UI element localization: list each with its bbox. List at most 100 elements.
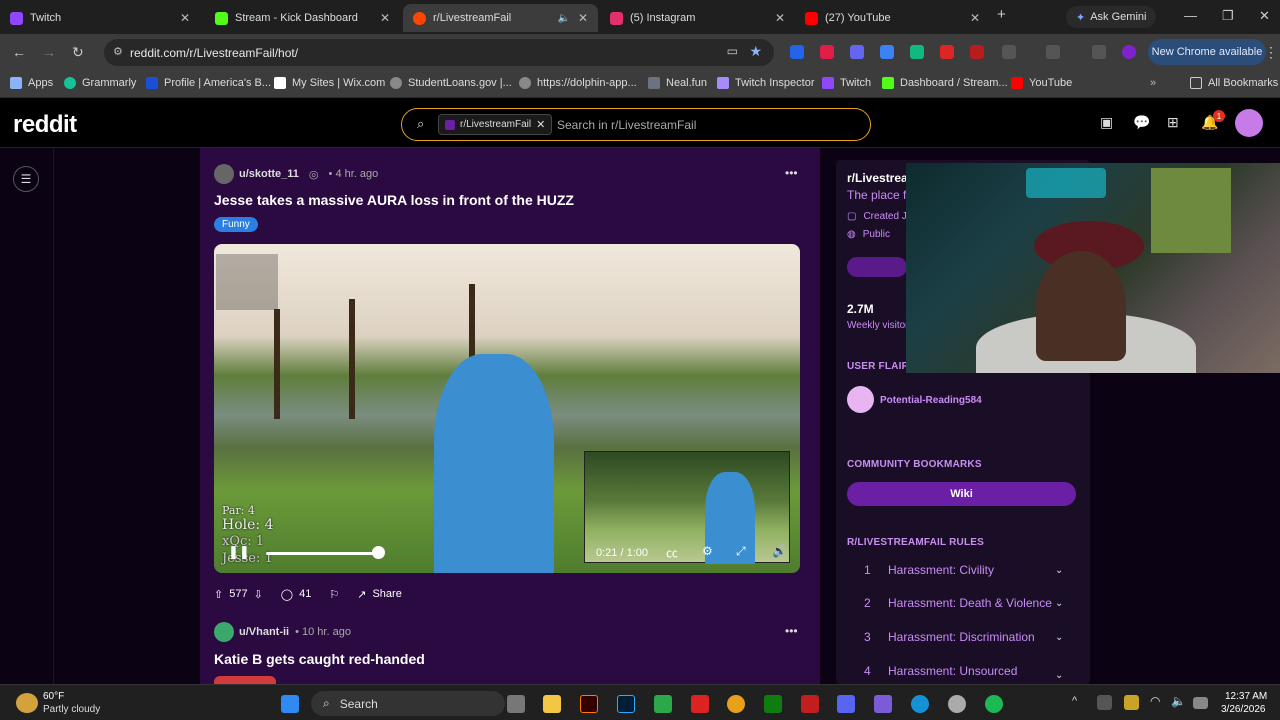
chevron-down-icon[interactable]: ⌄ xyxy=(1055,670,1063,681)
extensions-puzzle-icon[interactable] xyxy=(1002,45,1016,59)
post-options-icon[interactable]: ••• xyxy=(785,624,798,638)
close-icon[interactable]: ✕ xyxy=(380,11,390,25)
extension-icon[interactable] xyxy=(970,45,984,59)
wifi-icon[interactable]: ◠ xyxy=(1150,694,1160,708)
fullscreen-icon[interactable]: ⤢ xyxy=(736,544,746,559)
file-explorer-icon[interactable] xyxy=(543,695,561,713)
restore-button[interactable]: ❐ xyxy=(1222,8,1234,24)
bookmark-dolphin[interactable]: https://dolphin-app... xyxy=(519,77,637,89)
author-avatar[interactable] xyxy=(214,164,234,184)
minimize-button[interactable]: — xyxy=(1184,8,1197,23)
bookmark-twitch[interactable]: Twitch xyxy=(822,77,871,89)
captions-icon[interactable]: ㏄ xyxy=(666,544,678,561)
weather-temp[interactable]: 60°F xyxy=(43,691,64,702)
windows-start-icon[interactable] xyxy=(281,695,299,713)
bookmark-profile[interactable]: Profile | America's B... xyxy=(146,77,271,89)
bookmark-wix[interactable]: My Sites | Wix.com xyxy=(274,77,385,89)
rule-item[interactable]: 3 Harassment: Discrimination xyxy=(864,630,1035,644)
bookmark-nealfun[interactable]: Neal.fun xyxy=(648,77,707,89)
search-bar[interactable]: ⌕ r/LivestreamFail ✕ Search in r/Livestr… xyxy=(401,108,871,141)
side-panel-icon[interactable] xyxy=(1046,45,1060,59)
app-icon[interactable] xyxy=(654,695,672,713)
chevron-down-icon[interactable]: ⌄ xyxy=(1055,565,1063,576)
post-options-icon[interactable]: ••• xyxy=(785,166,798,180)
volume-icon[interactable]: 🔊 xyxy=(772,544,787,558)
ask-gemini-button[interactable]: ✦ Ask Gemini xyxy=(1066,6,1157,28)
award-button[interactable]: ⚐ xyxy=(329,588,339,601)
chrome-icon[interactable] xyxy=(727,695,745,713)
video-player[interactable]: Par: 4 Hole: 4 xQc: 1 Jesse: 1 ❚❚ 0:21 /… xyxy=(214,244,800,573)
audio-icon[interactable]: 🔈 xyxy=(558,13,570,24)
new-tab-button[interactable]: + xyxy=(997,6,1006,23)
app-icon[interactable] xyxy=(874,695,892,713)
join-button[interactable] xyxy=(847,257,907,277)
reading-list-icon[interactable] xyxy=(1092,45,1106,59)
close-window-button[interactable]: ✕ xyxy=(1259,8,1270,24)
author-avatar[interactable] xyxy=(214,622,234,642)
bookmark-youtube[interactable]: YouTube xyxy=(1011,77,1072,89)
tab-twitch[interactable]: Twitch ✕ xyxy=(0,4,200,32)
back-icon[interactable]: ← xyxy=(12,44,26,60)
close-icon[interactable]: ✕ xyxy=(578,11,588,25)
bookmark-studentloans[interactable]: StudentLoans.gov |... xyxy=(390,77,512,89)
reload-icon[interactable]: ↻ xyxy=(72,44,84,61)
close-icon[interactable]: ✕ xyxy=(970,11,980,25)
task-view-icon[interactable] xyxy=(507,695,525,713)
hamburger-menu-icon[interactable]: ☰ xyxy=(13,166,39,192)
address-bar[interactable]: ⚙ reddit.com/r/LivestreamFail/hot/ ▭ ★ xyxy=(104,39,774,66)
post-title[interactable]: Katie B gets caught red-handed xyxy=(214,651,425,667)
comments-button[interactable]: ◯ 41 xyxy=(281,588,312,601)
rule-item[interactable]: 2 Harassment: Death & Violence xyxy=(864,596,1052,610)
menu-kebab-icon[interactable]: ⋮ xyxy=(1264,44,1278,61)
chevron-down-icon[interactable]: ⌄ xyxy=(1055,632,1063,643)
extension-icon[interactable] xyxy=(940,45,954,59)
bookmark-grammarly[interactable]: Grammarly xyxy=(64,77,136,89)
obs-icon[interactable] xyxy=(948,695,966,713)
tab-instagram[interactable]: (5) Instagram ✕ xyxy=(600,4,795,32)
site-info-icon[interactable]: ⚙ xyxy=(113,45,123,58)
weather-desc[interactable]: Partly cloudy xyxy=(43,704,100,715)
bookmark-dashboard[interactable]: Dashboard / Stream... xyxy=(882,77,1008,89)
weather-icon[interactable] xyxy=(16,693,38,713)
video-progress-thumb[interactable] xyxy=(372,546,385,559)
search-input[interactable]: Search in r/LivestreamFail xyxy=(557,118,696,132)
bookmark-twitch-inspector[interactable]: Twitch Inspector xyxy=(717,77,814,89)
update-chrome-button[interactable]: New Chrome available xyxy=(1148,39,1266,65)
wiki-button[interactable]: Wiki xyxy=(847,482,1076,506)
taskbar-search[interactable]: ⌕ Search xyxy=(311,691,505,716)
close-icon[interactable]: ✕ xyxy=(536,118,545,131)
xbox-icon[interactable] xyxy=(764,695,782,713)
advertise-icon[interactable]: ▣ xyxy=(1100,114,1113,131)
extension-icon[interactable] xyxy=(880,45,894,59)
create-post-icon[interactable]: ⊞ xyxy=(1167,114,1179,131)
clock-time[interactable]: 12:37 AM xyxy=(1225,691,1267,702)
spotify-icon[interactable] xyxy=(985,695,1003,713)
video-progress-bar[interactable] xyxy=(266,552,378,555)
extension-icon[interactable] xyxy=(820,45,834,59)
clock-date[interactable]: 3/26/2026 xyxy=(1221,704,1266,715)
reddit-logo[interactable]: reddit xyxy=(13,111,77,139)
post-author[interactable]: u/Vhant-ii xyxy=(239,626,289,638)
all-bookmarks-button[interactable]: All Bookmarks xyxy=(1190,77,1278,89)
volume-icon[interactable]: 🔈 xyxy=(1171,694,1186,708)
search-community-chip[interactable]: r/LivestreamFail ✕ xyxy=(438,114,553,135)
share-button[interactable]: ↗ Share xyxy=(357,588,402,601)
tab-reddit[interactable]: r/LivestreamFail 🔈 ✕ xyxy=(403,4,598,32)
bookmark-star-icon[interactable]: ★ xyxy=(749,43,762,60)
post-flair[interactable]: Funny xyxy=(214,217,258,232)
post-author[interactable]: u/skotte_11 xyxy=(239,168,299,180)
discord-icon[interactable] xyxy=(837,695,855,713)
extension-icon[interactable] xyxy=(910,45,924,59)
upvote-icon[interactable]: ⇧ xyxy=(214,588,223,601)
extension-icon[interactable] xyxy=(850,45,864,59)
flair-avatar[interactable] xyxy=(847,386,874,413)
close-icon[interactable]: ✕ xyxy=(775,11,785,25)
profile-avatar[interactable] xyxy=(1122,45,1136,59)
pause-icon[interactable]: ❚❚ xyxy=(228,544,250,560)
post-title[interactable]: Jesse takes a massive AURA loss in front… xyxy=(214,192,574,208)
cast-icon[interactable]: ▭ xyxy=(727,44,738,58)
battery-icon[interactable] xyxy=(1193,697,1208,709)
illustrator-icon[interactable] xyxy=(580,695,598,713)
tab-youtube[interactable]: (27) YouTube ✕ xyxy=(795,4,990,32)
photoshop-icon[interactable] xyxy=(617,695,635,713)
